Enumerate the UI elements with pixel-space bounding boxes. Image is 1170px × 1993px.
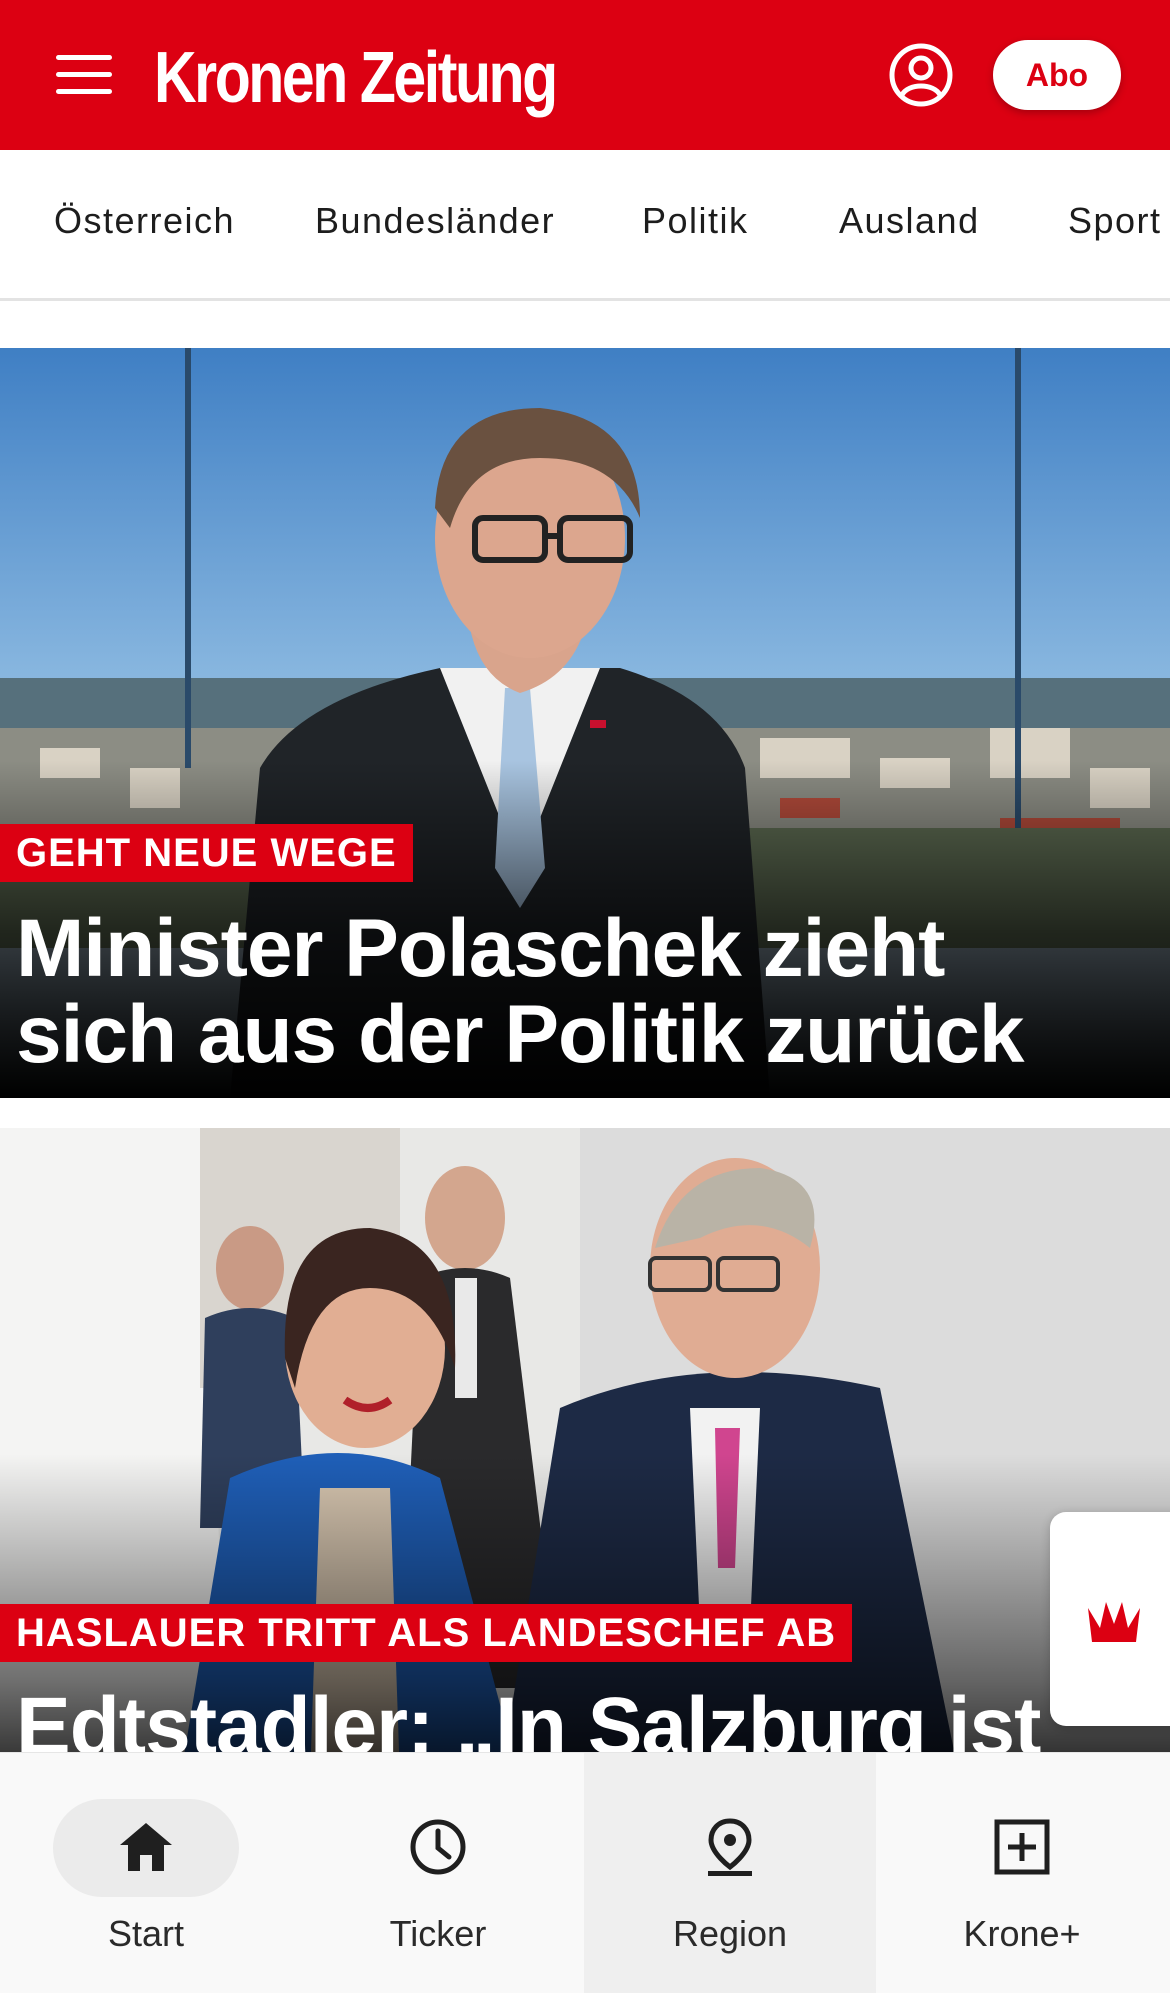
article-card[interactable]: HASLAUER TRITT ALS LANDESCHEF AB Edtstad… bbox=[0, 1128, 1170, 1780]
category-ausland[interactable]: Ausland bbox=[839, 200, 980, 242]
category-sport[interactable]: Sport bbox=[1068, 200, 1162, 242]
article-kicker: GEHT NEUE WEGE bbox=[0, 824, 413, 882]
krone-plus-floating-button[interactable] bbox=[1050, 1512, 1170, 1726]
hamburger-menu-icon[interactable] bbox=[56, 55, 112, 95]
nav-label: Krone+ bbox=[963, 1913, 1081, 1954]
headline-line: Minister Polaschek zieht bbox=[16, 903, 945, 994]
nav-ticker[interactable]: Ticker bbox=[292, 1753, 584, 1993]
nav-label: Start bbox=[107, 1913, 185, 1954]
clock-icon bbox=[410, 1819, 466, 1875]
category-nav: Österreich Bundesländer Politik Ausland … bbox=[0, 150, 1170, 301]
category-oesterreich[interactable]: Österreich bbox=[54, 200, 235, 242]
nav-start[interactable]: Start bbox=[0, 1753, 292, 1993]
brand-logo[interactable]: Kronen Zeitung bbox=[154, 36, 558, 120]
bottom-navigation: Start Ticker Region Krone+ bbox=[0, 1752, 1170, 1993]
nav-label: Ticker bbox=[389, 1913, 487, 1954]
abo-button[interactable]: Abo bbox=[993, 40, 1121, 110]
plus-square-icon bbox=[994, 1819, 1050, 1875]
article-headline: Minister Polaschek zieht sich aus der Po… bbox=[16, 906, 1106, 1078]
article-kicker: HASLAUER TRITT ALS LANDESCHEF AB bbox=[0, 1604, 853, 1662]
category-bundeslaender[interactable]: Bundesländer bbox=[315, 200, 555, 242]
article-card[interactable]: GEHT NEUE WEGE Minister Polaschek zieht … bbox=[0, 348, 1170, 1098]
account-icon[interactable] bbox=[888, 42, 954, 108]
crown-icon bbox=[1088, 1602, 1140, 1642]
app-header: Kronen Zeitung Abo bbox=[0, 0, 1170, 150]
nav-region[interactable]: Region bbox=[584, 1753, 876, 1993]
nav-label: Region bbox=[672, 1913, 788, 1954]
location-pin-icon bbox=[708, 1818, 752, 1876]
nav-krone-plus[interactable]: Krone+ bbox=[876, 1753, 1168, 1993]
headline-line: sich aus der Politik zurück bbox=[16, 989, 1024, 1080]
category-politik[interactable]: Politik bbox=[642, 200, 749, 242]
home-icon bbox=[120, 1823, 172, 1871]
